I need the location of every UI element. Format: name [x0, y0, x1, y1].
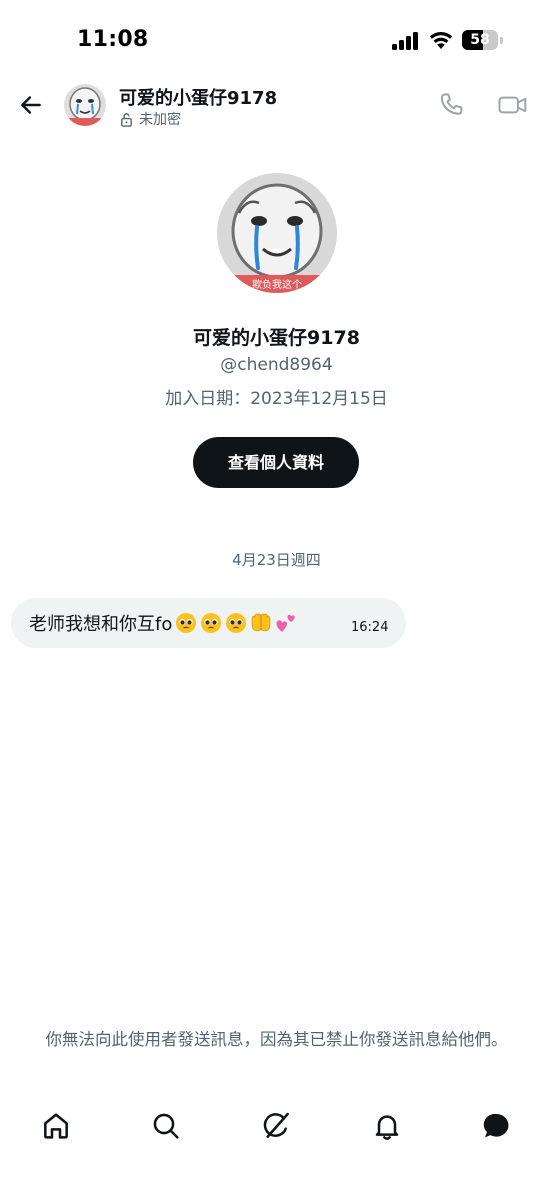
- avatar[interactable]: [64, 84, 106, 126]
- profile-avatar[interactable]: 欺负我这个: [217, 173, 337, 293]
- battery-icon: 58: [462, 30, 504, 50]
- battery-level: 58: [470, 32, 490, 48]
- message-text: 老师我想和你互fo: [29, 614, 173, 635]
- nav-messages[interactable]: [481, 1110, 513, 1142]
- meme-face-avatar-image: [64, 84, 106, 126]
- message-bubble[interactable]: 老师我想和你互fo 16:24: [11, 598, 406, 648]
- pleading-face-emoji-icon: [201, 613, 222, 633]
- cellular-signal-icon: [392, 32, 420, 50]
- back-button[interactable]: [14, 88, 48, 122]
- messages-icon: [483, 1113, 509, 1138]
- header-title[interactable]: 可爱的小蛋仔9178: [119, 84, 277, 110]
- nav-home[interactable]: [40, 1110, 72, 1142]
- grok-icon: [263, 1112, 289, 1138]
- blocked-notice: 你無法向此使用者發送訊息，因為其已禁止你發送訊息給他們。: [45, 1030, 508, 1049]
- search-icon: [153, 1113, 179, 1139]
- pleading-face-emoji-icon: [176, 613, 197, 633]
- profile-handle: @chend8964: [220, 355, 333, 375]
- status-bar: 11:08 58: [0, 0, 553, 80]
- lock-open-icon: [121, 112, 132, 127]
- video-icon: [498, 96, 527, 114]
- conversation-header: 可爱的小蛋仔9178 未加密: [0, 80, 553, 136]
- palms-up-together-emoji-icon: [251, 613, 271, 632]
- bottom-nav: [0, 1098, 553, 1158]
- back-arrow-icon: [21, 96, 41, 114]
- video-call-button[interactable]: [497, 90, 529, 120]
- nav-notifications[interactable]: [371, 1110, 403, 1142]
- status-time: 11:08: [77, 27, 149, 52]
- message-timestamp: 16:24: [351, 620, 389, 635]
- message-content: 老师我想和你互fo: [29, 610, 297, 636]
- voice-call-button[interactable]: [437, 90, 467, 120]
- view-profile-button[interactable]: 查看個人資料: [193, 437, 359, 488]
- profile-name: 可爱的小蛋仔9178: [193, 327, 360, 349]
- avatar-caption: 欺负我这个: [252, 280, 302, 291]
- two-hearts-emoji-icon: [276, 614, 295, 632]
- nav-search[interactable]: [150, 1110, 182, 1142]
- nav-grok[interactable]: [261, 1110, 293, 1142]
- home-icon: [44, 1113, 68, 1139]
- notifications-icon: [375, 1115, 399, 1140]
- encryption-label: 未加密: [139, 112, 181, 128]
- wifi-icon: [429, 32, 453, 49]
- date-separator: 4月23日週四: [232, 551, 321, 569]
- pleading-face-emoji-icon: [226, 613, 247, 633]
- profile-join-date: 加入日期：2023年12月15日: [165, 389, 388, 409]
- encryption-status: 未加密: [119, 109, 181, 129]
- phone-icon: [440, 93, 463, 115]
- meme-face-avatar-image: [217, 173, 337, 293]
